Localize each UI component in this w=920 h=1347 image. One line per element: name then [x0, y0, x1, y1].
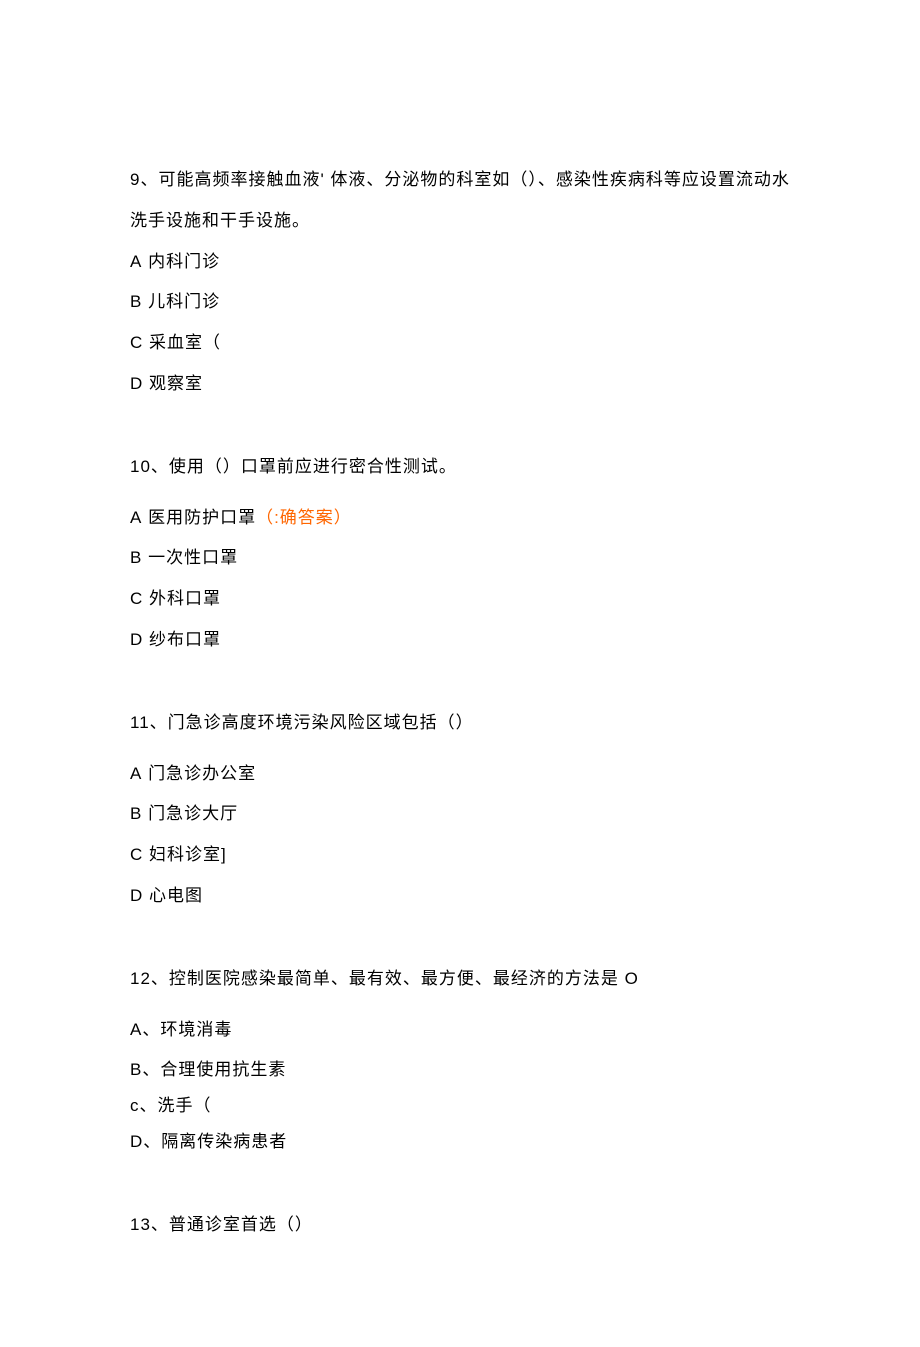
option-text: 门急诊办公室 [142, 764, 256, 783]
option-d: D 纱布口罩 [130, 620, 790, 661]
option-a: A 内科门诊 [130, 242, 790, 283]
option-b: B 儿科门诊 [130, 282, 790, 323]
option-text: 儿科门诊 [142, 292, 220, 311]
option-letter: C [130, 845, 143, 864]
option-letter: C [130, 589, 143, 608]
option-d: D、隔离传染病患者 [130, 1122, 790, 1163]
option-text: 外科口罩 [143, 589, 221, 608]
question-body: 门急诊高度环境污染风险区域包括（） [168, 713, 474, 732]
option-letter: B [130, 548, 142, 567]
option-text: 隔离传染病患者 [161, 1132, 287, 1151]
question-body: 使用（）口罩前应进行密合性测试。 [169, 457, 457, 476]
question-number: 11、 [130, 713, 168, 732]
option-b: B 一次性口罩 [130, 538, 790, 579]
question-body: 普通诊室首选（） [169, 1215, 313, 1234]
question-number: 13、 [130, 1215, 169, 1234]
question-text: 12、控制医院感染最简单、最有效、最方便、最经济的方法是 O [130, 959, 790, 1000]
option-c: C 妇科诊室] [130, 835, 790, 876]
option-text: 合理使用抗生素 [160, 1060, 286, 1079]
option-text: 洗手（ [158, 1096, 212, 1115]
option-letter: D [130, 630, 143, 649]
option-text: 内科门诊 [142, 252, 220, 271]
answer-mark: （:确答案） [256, 508, 352, 527]
option-text: 纱布口罩 [143, 630, 221, 649]
question-body: 可能高频率接触血液' 体液、分泌物的科室如（）、感染性疾病科等应设置流动水洗手设… [130, 170, 790, 230]
option-text: 一次性口罩 [142, 548, 238, 567]
question-text: 10、使用（）口罩前应进行密合性测试。 [130, 447, 790, 488]
option-b: B、合理使用抗生素 [130, 1050, 790, 1091]
option-letter: A、 [130, 1020, 160, 1039]
question-number: 9、 [130, 170, 158, 189]
option-a: A 医用防护口罩（:确答案） [130, 498, 790, 539]
question-number: 12、 [130, 969, 169, 988]
option-c: C 外科口罩 [130, 579, 790, 620]
option-letter: D、 [130, 1132, 161, 1151]
option-text: 采血室（ [143, 333, 221, 352]
option-c: C 采血室（ [130, 323, 790, 364]
question-13: 13、普通诊室首选（） [130, 1205, 790, 1246]
question-text: 11、门急诊高度环境污染风险区域包括（） [130, 703, 790, 744]
option-letter: D [130, 886, 143, 905]
option-letter: B [130, 292, 142, 311]
option-text: 心电图 [143, 886, 203, 905]
question-12: 12、控制医院感染最简单、最有效、最方便、最经济的方法是 O A、环境消毒 B、… [130, 959, 790, 1163]
option-c: c、洗手（ [130, 1091, 790, 1122]
option-text: 门急诊大厅 [142, 804, 238, 823]
option-letter: B、 [130, 1060, 160, 1079]
option-a: A 门急诊办公室 [130, 754, 790, 795]
question-9: 9、可能高频率接触血液' 体液、分泌物的科室如（）、感染性疾病科等应设置流动水洗… [130, 160, 790, 405]
option-b: B 门急诊大厅 [130, 794, 790, 835]
option-letter: A [130, 764, 142, 783]
option-letter: A [130, 508, 142, 527]
question-11: 11、门急诊高度环境污染风险区域包括（） A 门急诊办公室 B 门急诊大厅 C … [130, 703, 790, 917]
question-10: 10、使用（）口罩前应进行密合性测试。 A 医用防护口罩（:确答案） B 一次性… [130, 447, 790, 661]
question-number: 10、 [130, 457, 169, 476]
option-letter: D [130, 374, 143, 393]
option-d: D 心电图 [130, 876, 790, 917]
option-text: 医用防护口罩 [142, 508, 256, 527]
option-letter: B [130, 804, 142, 823]
question-text: 9、可能高频率接触血液' 体液、分泌物的科室如（）、感染性疾病科等应设置流动水洗… [130, 160, 790, 242]
option-letter: c、 [130, 1096, 158, 1115]
question-text: 13、普通诊室首选（） [130, 1205, 790, 1246]
option-letter: C [130, 333, 143, 352]
option-text: 环境消毒 [160, 1020, 232, 1039]
option-a: A、环境消毒 [130, 1010, 790, 1051]
option-text: 观察室 [143, 374, 203, 393]
question-body: 控制医院感染最简单、最有效、最方便、最经济的方法是 O [169, 969, 639, 988]
option-text: 妇科诊室] [143, 845, 226, 864]
option-d: D 观察室 [130, 364, 790, 405]
option-letter: A [130, 252, 142, 271]
